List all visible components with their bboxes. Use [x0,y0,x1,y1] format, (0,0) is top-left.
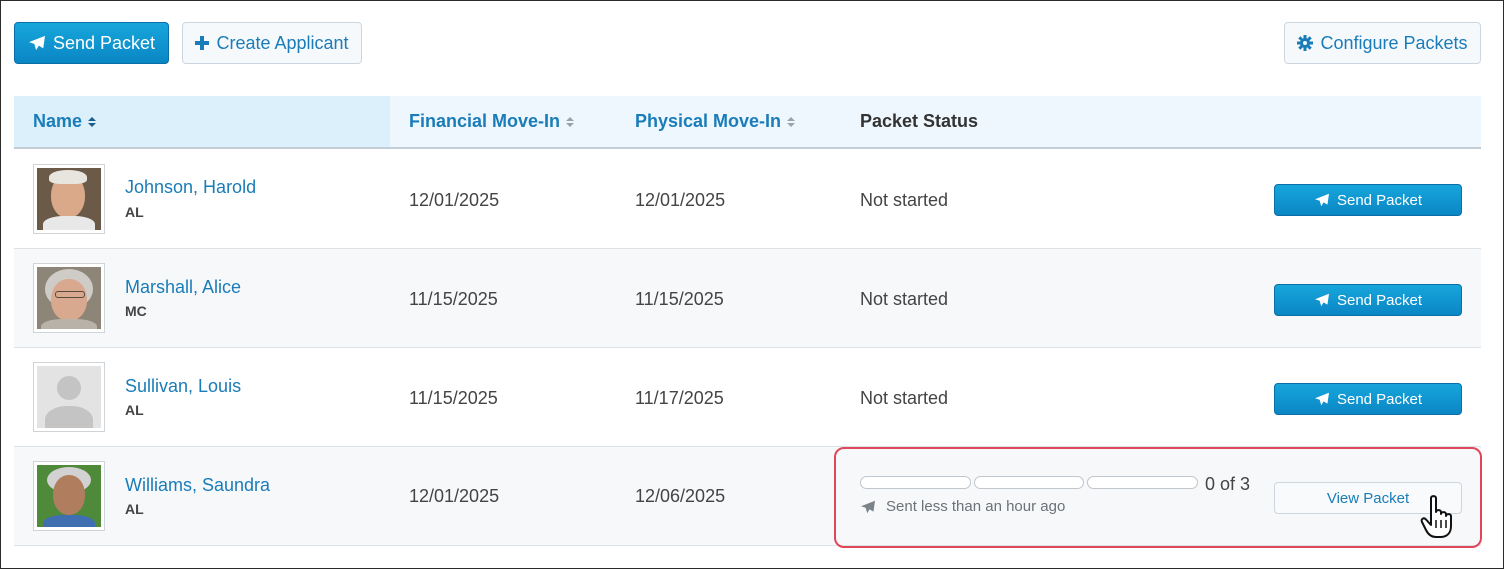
highlight-box [834,447,1482,548]
paper-plane-icon [28,35,45,51]
row-send-packet-button[interactable]: Send Packet [1274,284,1462,316]
care-type: AL [125,501,144,517]
sort-icon [88,116,97,127]
care-type: MC [125,303,147,319]
row-send-packet-button[interactable]: Send Packet [1274,184,1462,216]
sort-icon [787,116,796,127]
plus-icon [195,36,210,50]
physical-move-in: 12/06/2025 [635,486,726,506]
financial-move-in: 11/15/2025 [409,289,498,309]
create-applicant-label: Create Applicant [216,32,349,53]
applicant-name-link[interactable]: Johnson, Harold [125,177,256,198]
table-header: Name Financial Move-In Physical Move-In … [14,96,1481,149]
packet-status: Not started [860,190,949,210]
physical-move-in: 11/17/2025 [635,388,724,408]
column-header-financial[interactable]: Financial Move-In [409,96,575,147]
create-applicant-button[interactable]: Create Applicant [182,22,362,64]
care-type: AL [125,402,144,418]
send-packet-button[interactable]: Send Packet [14,22,169,64]
column-header-name[interactable]: Name [33,96,97,147]
applicant-name-link[interactable]: Williams, Saundra [125,475,270,496]
packet-status: Not started [860,388,949,408]
care-type: AL [125,204,144,220]
avatar[interactable] [33,164,105,234]
financial-move-in: 11/15/2025 [409,388,498,408]
packet-status: Not started [860,289,949,309]
physical-move-in: 11/15/2025 [635,289,724,309]
table-row: Marshall, Alice MC 11/15/2025 11/15/2025… [14,249,1481,348]
column-header-physical[interactable]: Physical Move-In [635,96,796,147]
sort-icon [566,116,575,127]
applicant-name-link[interactable]: Marshall, Alice [125,277,241,298]
paper-plane-icon [1314,293,1329,307]
physical-move-in: 12/01/2025 [635,190,726,210]
paper-plane-icon [1314,392,1329,406]
paper-plane-icon [1314,193,1329,207]
financial-move-in: 12/01/2025 [409,190,500,210]
avatar[interactable] [33,362,105,432]
hand-cursor-icon [1420,495,1452,538]
avatar[interactable] [33,461,105,531]
configure-packets-button[interactable]: Configure Packets [1284,22,1481,64]
table-row: Sullivan, Louis AL 11/15/2025 11/17/2025… [14,348,1481,447]
send-packet-label: Send Packet [52,32,156,53]
column-header-status: Packet Status [860,111,979,131]
gear-icon [1297,35,1314,51]
financial-move-in: 12/01/2025 [409,486,500,506]
configure-packets-label: Configure Packets [1320,32,1468,53]
table-row: Johnson, Harold AL 12/01/2025 12/01/2025… [14,150,1481,249]
row-send-packet-button[interactable]: Send Packet [1274,383,1462,415]
avatar[interactable] [33,263,105,333]
applicant-name-link[interactable]: Sullivan, Louis [125,376,241,397]
